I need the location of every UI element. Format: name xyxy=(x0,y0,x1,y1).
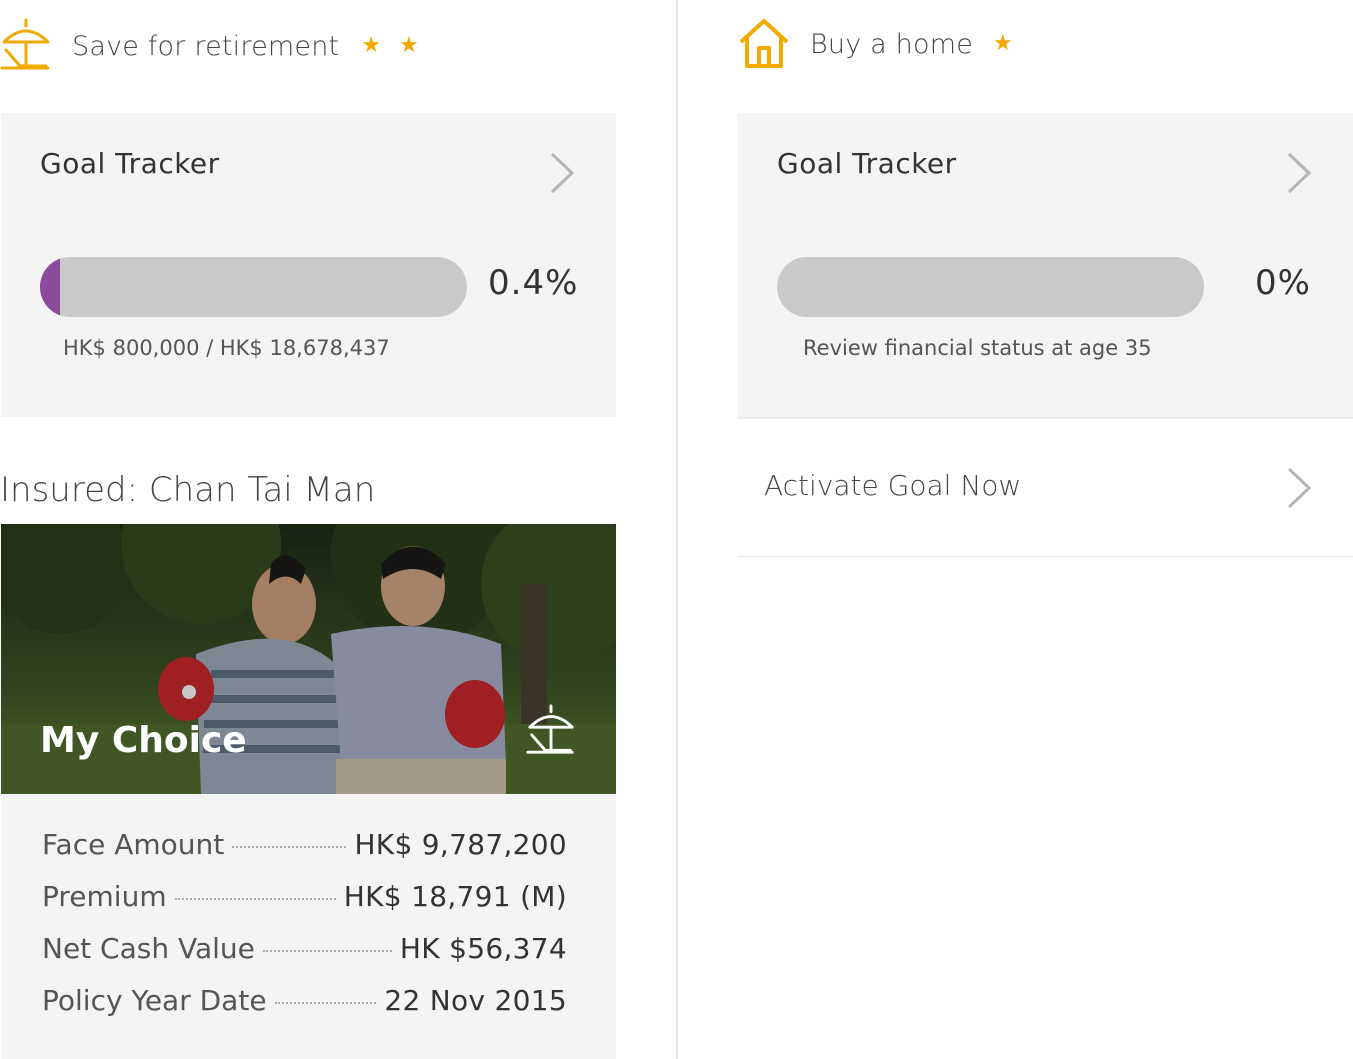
star-icon: ★ xyxy=(399,33,419,58)
policy-photo[interactable]: My Choice xyxy=(1,524,616,794)
detail-label: Net Cash Value xyxy=(42,932,255,965)
goal-tracker-title: Goal Tracker xyxy=(40,147,220,180)
detail-label: Premium xyxy=(42,880,167,913)
beach-umbrella-icon xyxy=(0,18,52,74)
goal-progress-bar xyxy=(777,257,1204,317)
chevron-right-icon[interactable] xyxy=(1286,466,1312,510)
dot-leader xyxy=(262,950,392,952)
dot-leader xyxy=(174,898,336,900)
goal-progress-percent: 0% xyxy=(1255,263,1311,303)
goal-progress-bar xyxy=(40,257,467,317)
goal-rating: ★ ★ xyxy=(361,35,418,57)
activate-goal-row[interactable]: Activate Goal Now xyxy=(738,419,1353,557)
detail-label: Face Amount xyxy=(42,828,225,861)
dot-leader xyxy=(274,1002,377,1004)
activate-goal-label: Activate Goal Now xyxy=(764,469,1022,502)
goal-tracker-card-home[interactable]: Goal Tracker 0% Review financial status … xyxy=(738,113,1353,417)
chevron-right-icon[interactable] xyxy=(549,151,575,195)
goal-tracker-title: Goal Tracker xyxy=(777,147,957,180)
policy-details: Face Amount HK$ 9,787,200 Premium HK$ 18… xyxy=(1,794,616,1059)
detail-label: Policy Year Date xyxy=(42,984,267,1017)
insured-label: Insured: Chan Tai Man xyxy=(0,470,376,510)
detail-row-policy-year-date: Policy Year Date 22 Nov 2015 xyxy=(42,984,567,1017)
goal-progress-percent: 0.4% xyxy=(488,263,579,303)
goal-progress-fill xyxy=(40,257,60,317)
goal-tracker-card-retirement[interactable]: Goal Tracker 0.4% HK$ 800,000 / HK$ 18,6… xyxy=(1,113,616,417)
goal-title: Buy a home xyxy=(810,28,974,60)
house-icon xyxy=(738,18,790,70)
beach-umbrella-icon xyxy=(525,704,577,758)
goal-header-retirement: Save for retirement ★ ★ xyxy=(0,18,419,74)
detail-value: HK $56,374 xyxy=(399,932,567,965)
detail-row-premium: Premium HK$ 18,791 (M) xyxy=(42,880,567,913)
goal-review-text: Review financial status at age 35 xyxy=(803,336,1152,360)
star-icon: ★ xyxy=(361,33,382,58)
detail-value: HK$ 9,787,200 xyxy=(354,828,567,861)
chevron-right-icon[interactable] xyxy=(1286,151,1312,195)
detail-value: HK$ 18,791 (M) xyxy=(343,880,567,913)
goal-title: Save for retirement xyxy=(72,30,340,62)
plan-name: My Choice xyxy=(40,720,247,761)
goal-amount-text: HK$ 800,000 / HK$ 18,678,437 xyxy=(63,336,390,360)
star-icon: ★ xyxy=(993,31,1013,56)
goal-header-home: Buy a home ★ xyxy=(738,18,1013,70)
detail-row-net-cash-value: Net Cash Value HK $56,374 xyxy=(42,932,567,965)
goal-rating: ★ xyxy=(993,33,1013,55)
detail-row-face-amount: Face Amount HK$ 9,787,200 xyxy=(42,828,567,861)
dot-leader xyxy=(232,846,347,848)
detail-value: 22 Nov 2015 xyxy=(384,984,567,1017)
column-divider xyxy=(676,0,678,1059)
